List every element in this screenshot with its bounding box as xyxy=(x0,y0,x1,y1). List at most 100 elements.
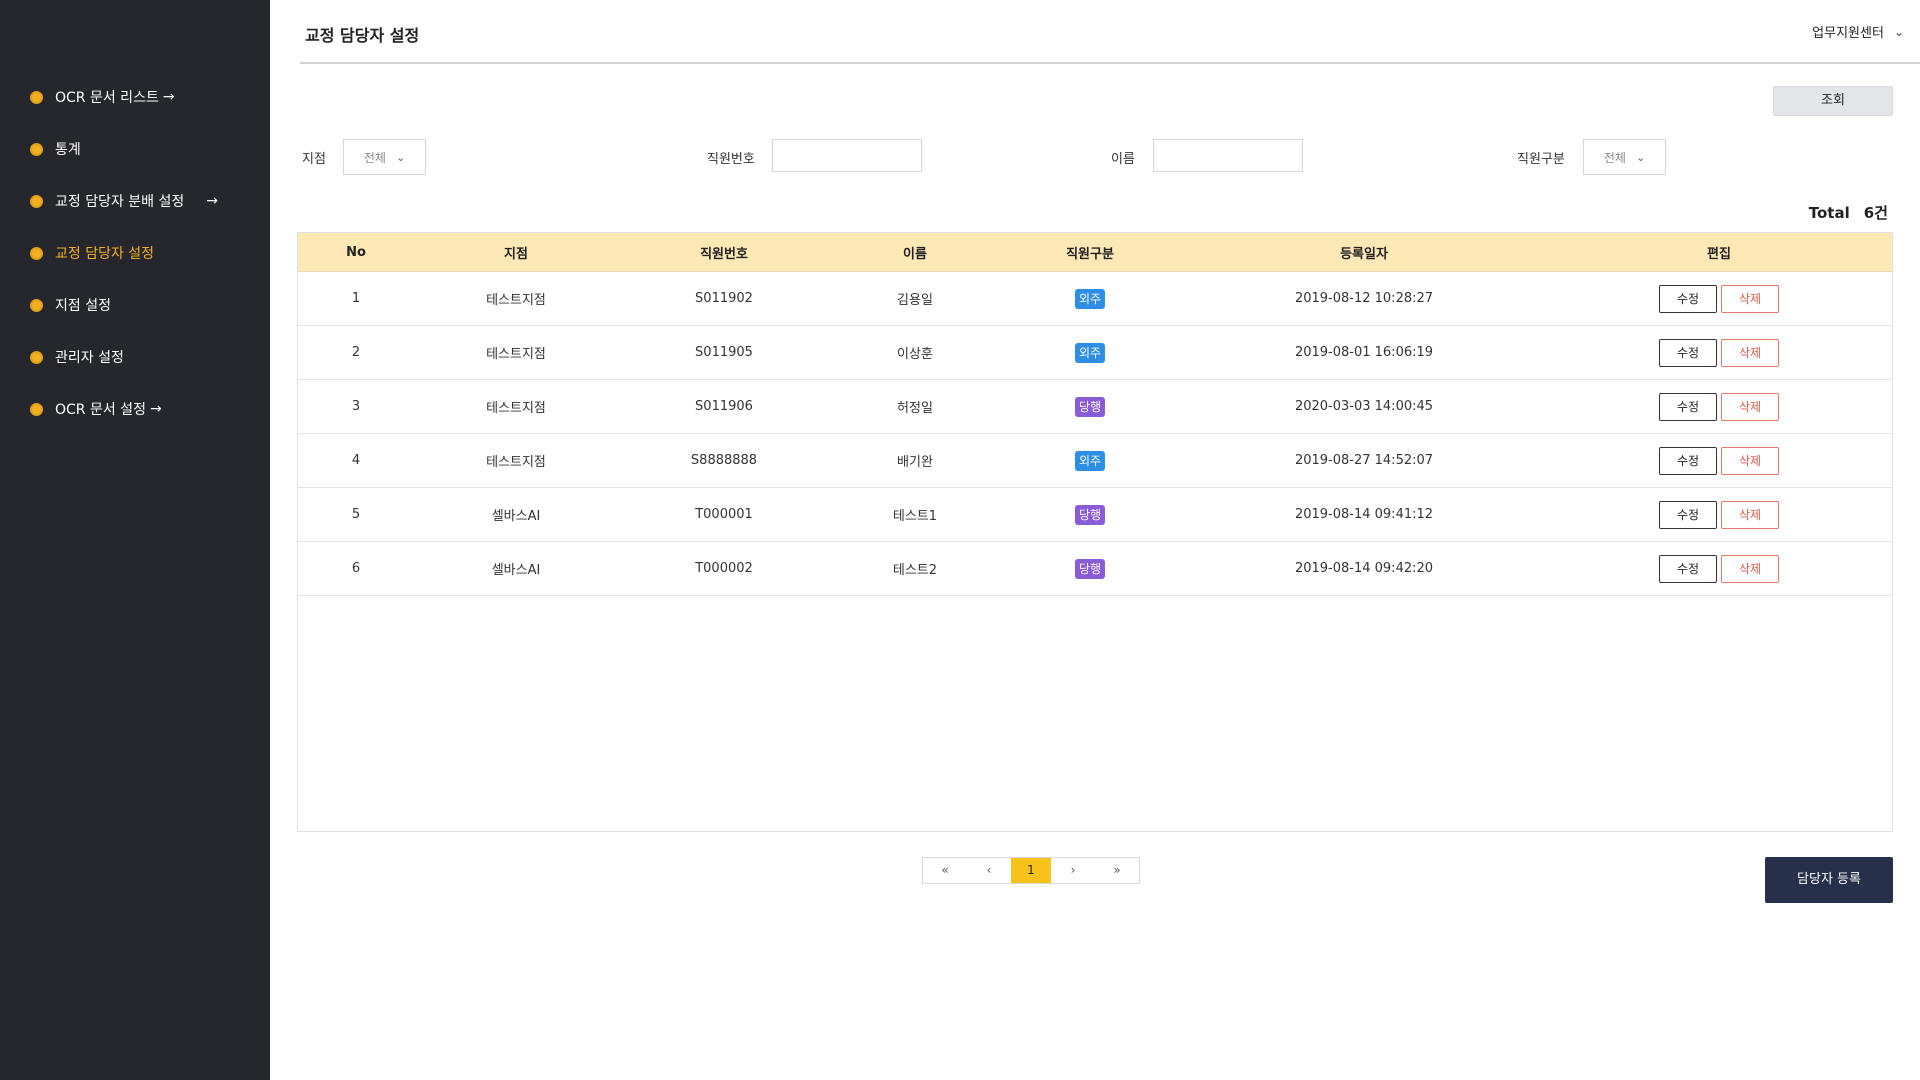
branch-filter-label: 지점 xyxy=(302,152,326,167)
sidebar-nav: OCR 문서 리스트 → 통계 교정 담당자 분배 설정 → 교정 담당자 설정… xyxy=(0,0,270,435)
cell-emp-type: 당행 xyxy=(1074,504,1106,525)
cell-reg-date: 2019-08-14 09:42:20 xyxy=(1294,561,1434,576)
cell-no: 2 xyxy=(351,345,361,360)
page-number-button[interactable]: 1 xyxy=(1011,858,1051,883)
cell-edit: 수정 삭제 xyxy=(1659,392,1779,421)
total-value: 6건 xyxy=(1863,204,1888,222)
arrow-right-icon: → xyxy=(162,89,175,105)
sidebar-item-admin-settings[interactable]: 관리자 설정 xyxy=(0,331,270,383)
sidebar-item-corrector-settings[interactable]: 교정 담당자 설정 xyxy=(0,227,270,279)
cell-branch: 테스트지점 xyxy=(486,455,546,470)
emp-type-badge: 당행 xyxy=(1074,396,1106,417)
total-label: Total xyxy=(1808,204,1850,222)
bullet-icon xyxy=(30,350,43,364)
sidebar-item-ocr-document-list[interactable]: OCR 문서 리스트 → xyxy=(0,71,270,123)
org-label: 업무지원센터 xyxy=(1812,26,1884,41)
cell-name: 테스트2 xyxy=(892,563,938,578)
cell-no: 4 xyxy=(351,453,361,468)
name-input[interactable] xyxy=(1153,139,1303,172)
delete-button[interactable]: 삭제 xyxy=(1721,392,1779,421)
bullet-icon xyxy=(30,194,43,208)
emp-type-badge: 당행 xyxy=(1074,504,1106,525)
arrow-right-icon: → xyxy=(206,193,219,209)
arrow-right-icon: → xyxy=(149,401,162,417)
cell-emp-type: 당행 xyxy=(1074,396,1106,417)
cell-branch: 테스트지점 xyxy=(486,347,546,362)
register-corrector-button[interactable]: 담당자 등록 xyxy=(1765,857,1893,903)
prev-page-button[interactable]: ‹ xyxy=(967,858,1011,883)
delete-button[interactable]: 삭제 xyxy=(1721,284,1779,313)
last-page-button[interactable]: » xyxy=(1095,858,1139,883)
emp-type-badge: 외주 xyxy=(1074,450,1106,471)
page-header: 교정 담당자 설정 업무지원센터 ⌄ xyxy=(300,0,1920,64)
edit-button[interactable]: 수정 xyxy=(1659,392,1717,421)
cell-reg-date: 2019-08-12 10:28:27 xyxy=(1294,291,1434,306)
branch-filter-select[interactable]: 전체 ⌄ xyxy=(343,139,426,175)
table-row: 1 테스트지점 S011902 김용일 2019-08-12 10:28:27 외주 수정 삭… xyxy=(298,272,1892,326)
cell-emp-no: S8888888 xyxy=(690,453,758,468)
emp-type-filter-value: 전체 xyxy=(1603,150,1626,165)
page-title: 교정 담당자 설정 xyxy=(305,26,420,45)
sidebar: OCR 문서 리스트 → 통계 교정 담당자 분배 설정 → 교정 담당자 설정… xyxy=(0,0,270,1080)
cell-emp-no: S011905 xyxy=(695,345,753,360)
sidebar-item-label: OCR 문서 설정 xyxy=(55,402,146,418)
cell-emp-no: S011906 xyxy=(695,399,753,414)
col-header-branch: 지점 xyxy=(504,246,528,262)
sidebar-item-corrector-distribution[interactable]: 교정 담당자 분배 설정 → xyxy=(0,175,270,227)
cell-name: 배기완 xyxy=(897,455,933,470)
edit-button[interactable]: 수정 xyxy=(1659,446,1717,475)
cell-reg-date: 2019-08-27 14:52:07 xyxy=(1294,453,1434,468)
sidebar-item-label: 통계 xyxy=(55,142,81,158)
col-header-emp-no: 직원번호 xyxy=(700,246,748,262)
cell-branch: 셀바스AI xyxy=(491,509,541,524)
bullet-icon xyxy=(30,142,43,156)
bullet-icon xyxy=(30,298,43,312)
sidebar-item-statistics[interactable]: 통계 xyxy=(0,123,270,175)
org-selector[interactable]: 업무지원센터 ⌄ xyxy=(1812,22,1904,42)
search-button[interactable]: 조회 xyxy=(1773,86,1893,116)
cell-emp-type: 외주 xyxy=(1074,450,1106,471)
pagination: « ‹ 1 › » xyxy=(922,857,1140,884)
sidebar-item-branch-settings[interactable]: 지점 설정 xyxy=(0,279,270,331)
edit-button[interactable]: 수정 xyxy=(1659,554,1717,583)
cell-emp-no: T000002 xyxy=(695,561,753,576)
cell-name: 이상훈 xyxy=(897,347,933,362)
emp-type-filter-select[interactable]: 전체 ⌄ xyxy=(1583,139,1666,175)
table-header: No 지점 직원번호 이름 직원구분 등록일자 편집 xyxy=(298,233,1892,272)
cell-no: 6 xyxy=(351,561,361,576)
col-header-no: No xyxy=(346,244,366,260)
cell-edit: 수정 삭제 xyxy=(1659,446,1779,475)
delete-button[interactable]: 삭제 xyxy=(1721,554,1779,583)
bullet-icon xyxy=(30,246,43,260)
delete-button[interactable]: 삭제 xyxy=(1721,500,1779,529)
cell-reg-date: 2019-08-14 09:41:12 xyxy=(1294,507,1434,522)
first-page-button[interactable]: « xyxy=(923,858,967,883)
delete-button[interactable]: 삭제 xyxy=(1721,446,1779,475)
next-page-button[interactable]: › xyxy=(1051,858,1095,883)
col-header-emp-type: 직원구분 xyxy=(1066,246,1114,262)
cell-branch: 셀바스AI xyxy=(491,563,541,578)
sidebar-item-label: 교정 담당자 분배 설정 xyxy=(55,194,185,210)
bullet-icon xyxy=(30,402,43,416)
edit-button[interactable]: 수정 xyxy=(1659,500,1717,529)
col-header-edit: 편집 xyxy=(1707,246,1731,262)
cell-no: 1 xyxy=(351,291,361,306)
emp-no-filter-label: 직원번호 xyxy=(707,152,755,167)
table-row: 3 테스트지점 S011906 허정일 2020-03-03 14:00:45 당행 수정 삭… xyxy=(298,380,1892,434)
col-header-name: 이름 xyxy=(903,246,927,262)
chevron-down-icon: ⌄ xyxy=(1635,150,1646,164)
emp-no-input[interactable] xyxy=(772,139,922,172)
emp-type-badge: 외주 xyxy=(1074,288,1106,309)
cell-emp-no: T000001 xyxy=(695,507,753,522)
cell-name: 테스트1 xyxy=(892,509,938,524)
cell-emp-no: S011902 xyxy=(695,291,753,306)
chevron-down-icon: ⌄ xyxy=(1893,24,1904,39)
cell-emp-type: 외주 xyxy=(1074,342,1106,363)
delete-button[interactable]: 삭제 xyxy=(1721,338,1779,367)
sidebar-item-ocr-document-settings[interactable]: OCR 문서 설정 → xyxy=(0,383,270,435)
emp-type-badge: 외주 xyxy=(1074,342,1106,363)
edit-button[interactable]: 수정 xyxy=(1659,284,1717,313)
table-row: 2 테스트지점 S011905 이상훈 2019-08-01 16:06:19 외주 수정 삭… xyxy=(298,326,1892,380)
cell-name: 김용일 xyxy=(897,293,933,308)
edit-button[interactable]: 수정 xyxy=(1659,338,1717,367)
